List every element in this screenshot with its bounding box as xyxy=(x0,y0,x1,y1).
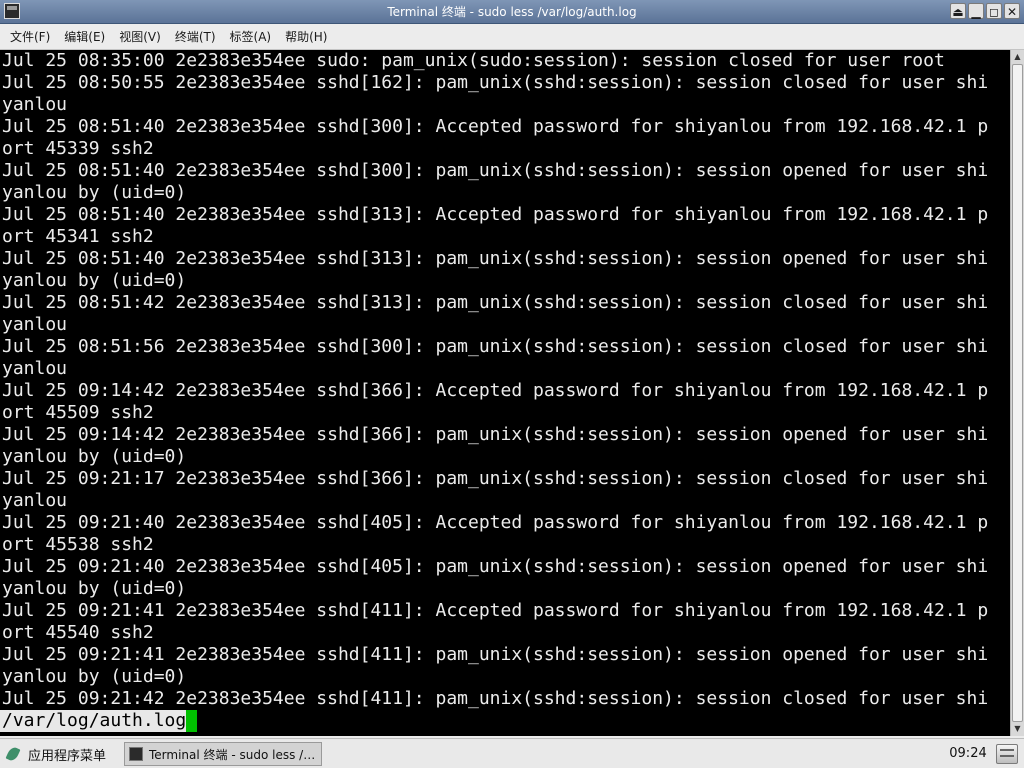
terminal-line: ort 45538 ssh2 xyxy=(2,534,154,555)
terminal-line: yanlou by (uid=0) xyxy=(2,182,187,203)
scroll-down-icon[interactable]: ▼ xyxy=(1011,722,1024,736)
terminal-line: yanlou by (uid=0) xyxy=(2,270,187,291)
terminal-line: Jul 25 08:51:40 2e2383e354ee sshd[300]: … xyxy=(2,160,989,181)
scroll-up-icon[interactable]: ▲ xyxy=(1011,50,1024,64)
terminal-line: yanlou by (uid=0) xyxy=(2,666,187,687)
terminal-line: Jul 25 08:51:40 2e2383e354ee sshd[300]: … xyxy=(2,116,989,137)
taskbar: 应用程序菜单 Terminal 终端 - sudo less /… 09:24 xyxy=(0,738,1024,768)
terminal-cursor xyxy=(186,710,198,732)
terminal-line: Jul 25 09:21:41 2e2383e354ee sshd[411]: … xyxy=(2,600,989,621)
terminal-line: Jul 25 09:21:41 2e2383e354ee sshd[411]: … xyxy=(2,644,989,665)
terminal-line: Jul 25 09:21:40 2e2383e354ee sshd[405]: … xyxy=(2,512,989,533)
menu-edit[interactable]: 编辑(E) xyxy=(58,25,111,48)
menu-view[interactable]: 视图(V) xyxy=(113,25,167,48)
terminal-line: yanlou xyxy=(2,314,68,335)
applications-menu-label: 应用程序菜单 xyxy=(28,748,107,764)
terminal-line: yanlou xyxy=(2,358,68,379)
terminal-output[interactable]: Jul 25 08:35:00 2e2383e354ee sudo: pam_u… xyxy=(0,50,1010,736)
less-prompt: /var/log/auth.log xyxy=(0,710,187,732)
window-controls: ⏏ ▁ ◻ ✕ xyxy=(950,3,1020,19)
terminal-line: Jul 25 08:51:56 2e2383e354ee sshd[300]: … xyxy=(2,336,989,357)
menubar: 文件(F) 编辑(E) 视图(V) 终端(T) 标签(A) 帮助(H) xyxy=(0,24,1024,50)
taskbar-terminal-button[interactable]: Terminal 终端 - sudo less /… xyxy=(124,742,322,766)
menu-terminal[interactable]: 终端(T) xyxy=(169,25,222,48)
terminal-line: yanlou xyxy=(2,94,68,115)
terminal-line: yanlou xyxy=(2,490,68,511)
terminal-line: ort 45341 ssh2 xyxy=(2,226,154,247)
close-button[interactable]: ✕ xyxy=(1004,3,1020,19)
terminal-line: yanlou by (uid=0) xyxy=(2,578,187,599)
taskbar-terminal-label: Terminal 终端 - sudo less /… xyxy=(149,747,316,762)
terminal-window: Terminal 终端 - sudo less /var/log/auth.lo… xyxy=(0,0,1024,738)
terminal-line: Jul 25 09:21:42 2e2383e354ee sshd[411]: … xyxy=(2,688,989,709)
terminal-line: Jul 25 09:21:17 2e2383e354ee sshd[366]: … xyxy=(2,468,989,489)
terminal-line: Jul 25 08:51:42 2e2383e354ee sshd[313]: … xyxy=(2,292,989,313)
terminal-line: Jul 25 09:14:42 2e2383e354ee sshd[366]: … xyxy=(2,380,989,401)
terminal-line: ort 45339 ssh2 xyxy=(2,138,154,159)
scrollbar-thumb[interactable] xyxy=(1012,64,1023,722)
menu-help[interactable]: 帮助(H) xyxy=(279,25,333,48)
window-title: Terminal 终端 - sudo less /var/log/auth.lo… xyxy=(387,5,637,19)
terminal-line: Jul 25 08:50:55 2e2383e354ee sshd[162]: … xyxy=(2,72,989,93)
less-prompt-line[interactable]: /var/log/auth.log xyxy=(0,710,1010,732)
terminal-line: yanlou by (uid=0) xyxy=(2,446,187,467)
window-titlebar[interactable]: Terminal 终端 - sudo less /var/log/auth.lo… xyxy=(0,0,1024,24)
terminal-scrollbar[interactable]: ▲ ▼ xyxy=(1010,50,1024,736)
minimize-button[interactable]: ▁ xyxy=(968,3,984,19)
terminal-line: ort 45509 ssh2 xyxy=(2,402,154,423)
terminal-line: Jul 25 09:21:40 2e2383e354ee sshd[405]: … xyxy=(2,556,989,577)
terminal-line: Jul 25 09:14:42 2e2383e354ee sshd[366]: … xyxy=(2,424,989,445)
maximize-button[interactable]: ◻ xyxy=(986,3,1002,19)
terminal-line: Jul 25 08:51:40 2e2383e354ee sshd[313]: … xyxy=(2,248,989,269)
terminal-line: ort 45540 ssh2 xyxy=(2,622,154,643)
terminal-line: Jul 25 08:51:40 2e2383e354ee sshd[313]: … xyxy=(2,204,989,225)
terminal-icon xyxy=(129,747,143,761)
drive-icon[interactable] xyxy=(996,744,1018,764)
menu-tabs[interactable]: 标签(A) xyxy=(224,25,278,48)
leaf-icon xyxy=(6,746,22,762)
clock[interactable]: 09:24 xyxy=(946,739,990,768)
menu-file[interactable]: 文件(F) xyxy=(4,25,56,48)
terminal-line: Jul 25 08:35:00 2e2383e354ee sudo: pam_u… xyxy=(2,50,945,71)
shade-button[interactable]: ⏏ xyxy=(950,3,966,19)
applications-menu-button[interactable]: 应用程序菜单 xyxy=(6,743,106,765)
